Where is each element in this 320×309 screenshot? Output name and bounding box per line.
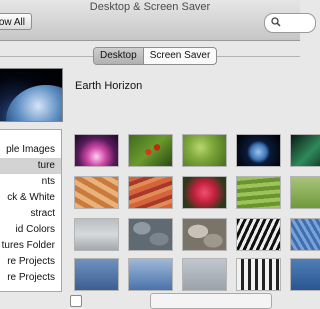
thumbnail-earth[interactable] [236,134,281,167]
show-all-button[interactable]: ow All [0,13,32,30]
thumbnail-stripes[interactable] [236,258,281,291]
source-item-label: re Projects [7,256,55,267]
title-bar: Desktop & Screen Saver ow All [0,0,316,41]
thumbnail-sand-waves[interactable] [74,176,119,209]
thumbnail-blue[interactable] [290,258,320,291]
thumbnail-pink-aurora[interactable] [74,134,119,167]
interval-popup[interactable] [150,293,272,309]
thumbnail-zebra[interactable] [236,218,281,251]
tab-desktop[interactable]: Desktop [94,48,143,64]
thumbnail-rock-layers[interactable] [128,176,173,209]
source-item-black-white[interactable]: ck & White [0,190,61,206]
thumbnail-ladybugs[interactable] [128,134,173,167]
source-item-pictures-folder[interactable]: tures Folder [0,238,61,254]
source-item-apple-images[interactable]: ple Images [0,142,61,158]
source-item-abstract[interactable]: stract [0,206,61,222]
source-item-projects-2[interactable]: re Projects [0,270,61,286]
source-item-label: stract [30,208,55,219]
source-item-label: re Projects [7,272,55,283]
search-icon [271,17,281,27]
thumbnail-green-field[interactable] [290,176,320,209]
tab-bar: Desktop Screen Saver [93,47,218,65]
thumbnail-blue-water[interactable] [74,258,119,291]
thumbnail-leaf-drop[interactable] [182,134,227,167]
source-item-label: nts [41,176,55,187]
source-item-plants[interactable]: nts [0,174,61,190]
thumbnail-misty-lake[interactable] [74,218,119,251]
earth-image [6,85,62,121]
desktop-preview [0,68,63,122]
current-picture-name: Earth Horizon [75,80,143,92]
thumbnail-stones[interactable] [182,218,227,251]
source-item-nature[interactable]: ture [0,158,61,174]
search-field[interactable] [264,13,316,33]
thumbnail-sand-ripples[interactable] [290,218,320,251]
thumbnail-grey[interactable] [182,258,227,291]
source-item-projects-1[interactable]: re Projects [0,254,61,270]
thumbnail-red-lily[interactable] [182,176,227,209]
source-list[interactable]: ple Images ture nts ck & White stract id… [0,129,62,292]
source-item-label: id Colors [15,224,55,235]
thumbnail-terraces[interactable] [236,176,281,209]
thumbnail-pebbles[interactable] [128,218,173,251]
change-picture-checkbox[interactable] [70,295,82,307]
tab-screen-saver[interactable]: Screen Saver [142,48,217,64]
thumbnail-blue-horizon[interactable] [128,258,173,291]
source-item-label: ture [37,160,55,171]
thumbnail-green-aurora[interactable] [290,134,320,167]
source-item-label: tures Folder [1,240,55,251]
source-item-label: ck & White [7,192,55,203]
source-item-solid-colors[interactable]: id Colors [0,222,61,238]
source-item-label: ple Images [6,144,55,155]
window-title: Desktop & Screen Saver [89,1,211,13]
